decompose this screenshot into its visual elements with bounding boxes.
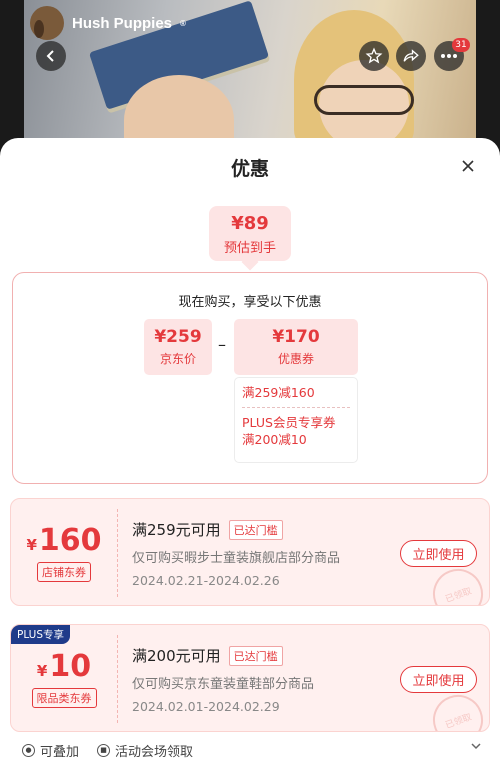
threshold-reached-badge: 已达门槛 (228, 645, 283, 666)
coupon-condition: 满259元可用 (132, 521, 221, 539)
coupon-amount: ¥10 (11, 649, 117, 684)
coupon-amount-area: ¥10 限品类东券 (11, 625, 117, 731)
brand-logo: Hush Puppies ® (30, 6, 186, 40)
coupon-divider (117, 635, 118, 723)
estimated-price: ¥89 (231, 213, 269, 234)
estimated-price-box: ¥89 预估到手 (209, 206, 291, 261)
jd-price-box: ¥259 京东价 (144, 319, 212, 375)
coupon-detail-line: 满200减10 (242, 432, 307, 447)
more-dots-icon (441, 54, 457, 58)
star-icon (365, 47, 383, 64)
use-now-button[interactable]: 立即使用 (400, 540, 477, 567)
coupon-scope: 仅可购买暇步士童装旗舰店部分商品 (132, 551, 341, 566)
coupon-info: 满200元可用 已达门槛 仅可购买京东童装童鞋部分商品 2024.02.01-2… (132, 645, 402, 714)
brand-dog-icon (30, 6, 64, 40)
close-button[interactable] (458, 156, 478, 176)
currency-symbol: ¥ (26, 536, 37, 554)
coupon-condition: 满200元可用 (132, 647, 221, 665)
coupon-detail-line: PLUS会员专享券 (242, 415, 336, 430)
coupon-detail-separator (242, 407, 350, 408)
share-icon (403, 49, 419, 62)
coupon-condition-row: 满259元可用 已达门槛 (132, 519, 402, 540)
coupon-divider (117, 509, 118, 597)
coupon-info: 满259元可用 已达门槛 仅可购买暇步士童装旗舰店部分商品 2024.02.21… (132, 519, 402, 588)
claimed-stamp: 已领取 (425, 561, 489, 605)
discount-sheet: 优惠 ¥89 预估到手 现在购买，享受以下优惠 ¥259 京东价 – ¥170 … (0, 138, 500, 783)
coupon-type-tag: 限品类东券 (31, 688, 97, 708)
brand-registered-mark: ® (180, 18, 186, 28)
venue-info: ■ 活动会场领取 (97, 741, 193, 760)
coupon-footer-row[interactable]: ● 可叠加 ■ 活动会场领取 (22, 740, 482, 760)
share-button[interactable] (396, 41, 426, 71)
price-breakdown: 现在购买，享受以下优惠 ¥259 京东价 – ¥170 优惠券 满259减160… (12, 272, 488, 484)
venue-icon: ■ (97, 743, 111, 757)
brand-name: Hush Puppies (72, 14, 173, 32)
coupon-amount-value: 10 (49, 649, 92, 684)
use-now-button[interactable]: 立即使用 (400, 666, 477, 693)
notification-badge: 31 (452, 38, 470, 52)
coupon-detail-line: 满259减160 (242, 385, 315, 400)
stackable-label: 可叠加 (40, 744, 80, 760)
coupon-total: ¥170 (272, 327, 320, 347)
info-icon: ● (22, 743, 35, 757)
coupon-total-label: 优惠券 (277, 352, 314, 366)
minus-sign: – (218, 335, 226, 354)
claimed-stamp: 已领取 (425, 687, 489, 731)
close-icon (462, 160, 474, 172)
favorite-button[interactable] (359, 41, 389, 71)
coupon-amount: ¥160 (11, 523, 117, 558)
coupon-type-tag: 店铺东券 (37, 562, 91, 582)
coupon-card: ¥160 店铺东券 满259元可用 已达门槛 仅可购买暇步士童装旗舰店部分商品 … (10, 498, 490, 606)
chevron-down-icon[interactable] (470, 740, 482, 755)
coupon-amount-value: 160 (38, 523, 102, 558)
photo-glasses (314, 85, 414, 115)
threshold-reached-badge: 已达门槛 (228, 519, 283, 540)
coupon-scope: 仅可购买京东童装童鞋部分商品 (132, 677, 315, 692)
coupon-condition-row: 满200元可用 已达门槛 (132, 645, 402, 666)
currency-symbol: ¥ (36, 662, 48, 680)
venue-label: 活动会场领取 (115, 744, 194, 760)
coupon-total-box: ¥170 优惠券 (234, 319, 358, 375)
breakdown-title: 现在购买，享受以下优惠 (178, 295, 322, 310)
estimated-price-label: 预估到手 (223, 241, 276, 256)
coupon-card: PLUS专享 ¥10 限品类东券 满200元可用 已达门槛 仅可购买京东童装童鞋… (10, 624, 490, 732)
sheet-title: 优惠 (230, 158, 269, 180)
coupon-validity: 2024.02.21-2024.02.26 (132, 573, 280, 588)
stackable-info: ● 可叠加 (22, 741, 79, 760)
coupon-detail-list: 满259减160 PLUS会员专享券 满200减10 (234, 377, 358, 463)
jd-price-label: 京东价 (159, 352, 196, 366)
coupon-amount-area: ¥160 店铺东券 (11, 499, 117, 605)
chevron-left-icon (46, 50, 54, 62)
back-button[interactable] (36, 41, 66, 71)
jd-price: ¥259 (154, 327, 202, 347)
product-image-area: Hush Puppies ® 31 (0, 0, 500, 160)
coupon-validity: 2024.02.01-2024.02.29 (132, 699, 280, 714)
